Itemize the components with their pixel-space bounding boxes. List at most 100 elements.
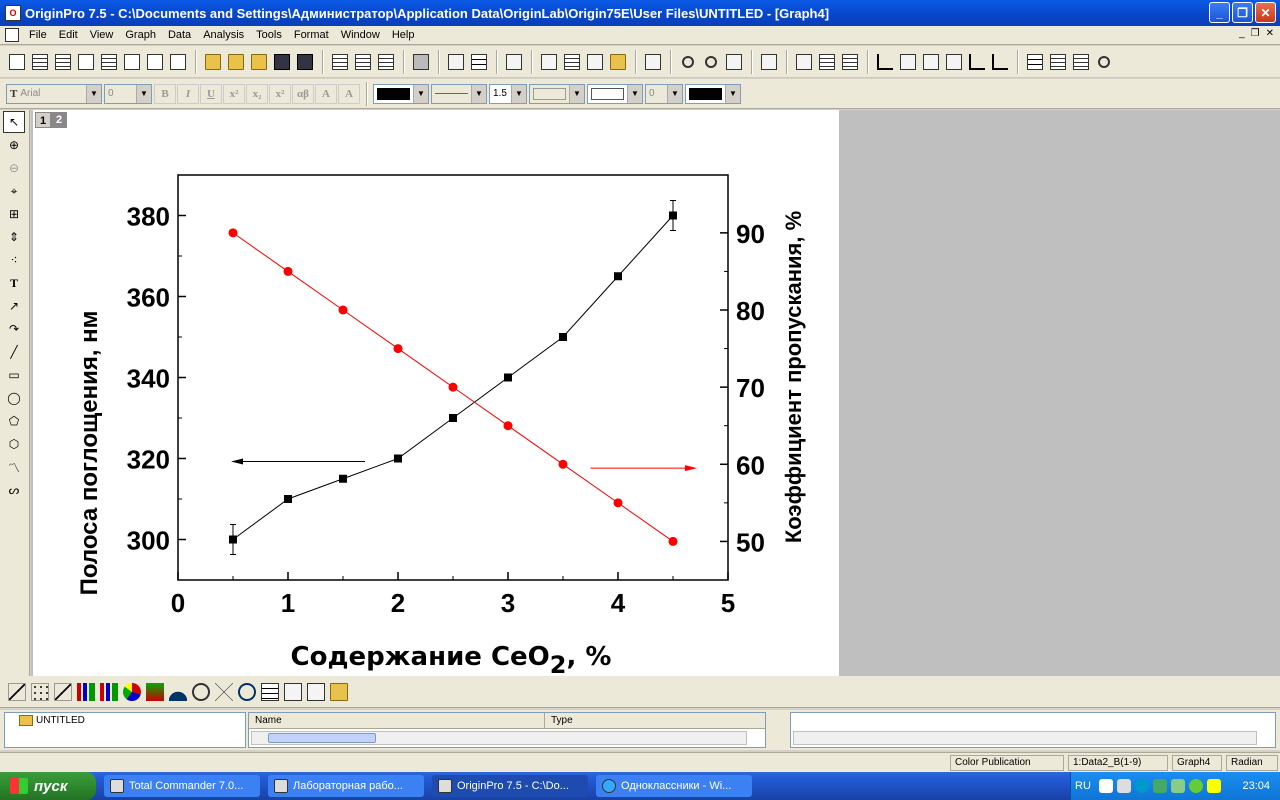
print-button[interactable] bbox=[410, 51, 432, 73]
line-symbol-plot-button[interactable] bbox=[52, 681, 74, 703]
pattern-width-select[interactable]: 0 ▼ bbox=[645, 83, 683, 104]
add-inset-button[interactable] bbox=[966, 51, 988, 73]
pattern-color-select[interactable]: ▼ bbox=[685, 83, 741, 104]
graph-page[interactable]: 1 2 Содержание CeO2, % Полоса поглощения… bbox=[33, 110, 839, 676]
import-ascii-button[interactable] bbox=[329, 51, 351, 73]
timestamp-button[interactable] bbox=[1093, 51, 1115, 73]
graph-window-icon[interactable] bbox=[5, 28, 19, 42]
zoom-out-button[interactable] bbox=[700, 51, 722, 73]
smith-chart-button[interactable] bbox=[236, 681, 258, 703]
rectangle-tool[interactable]: ▭ bbox=[3, 364, 25, 386]
text-tool[interactable]: T bbox=[3, 272, 25, 294]
menu-view[interactable]: View bbox=[84, 29, 120, 41]
open-template-button[interactable] bbox=[225, 51, 247, 73]
zoom-out-tool[interactable]: ⊖ bbox=[3, 157, 25, 179]
freehand-tool[interactable]: ᔕ bbox=[3, 479, 25, 501]
supersubscript-button[interactable]: x² bbox=[269, 83, 291, 104]
region-tool[interactable]: ⬡ bbox=[3, 433, 25, 455]
menu-file[interactable]: File bbox=[23, 29, 53, 41]
origin-app-icon[interactable]: O bbox=[5, 5, 21, 21]
horizontal-scrollbar[interactable] bbox=[251, 731, 747, 745]
italic-button[interactable]: I bbox=[177, 83, 199, 104]
vector-plot-button[interactable] bbox=[259, 681, 281, 703]
new-worksheet-button[interactable] bbox=[29, 51, 51, 73]
start-button[interactable]: пуск bbox=[0, 772, 96, 800]
line-plot-button[interactable] bbox=[6, 681, 28, 703]
pie-chart-button[interactable] bbox=[121, 681, 143, 703]
rescale-button[interactable] bbox=[758, 51, 780, 73]
menu-format[interactable]: Format bbox=[288, 29, 335, 41]
task-total-commander[interactable]: Total Commander 7.0... bbox=[104, 775, 260, 797]
ternary-plot-button[interactable] bbox=[213, 681, 235, 703]
help-icon[interactable] bbox=[1098, 779, 1113, 793]
color-scale-button[interactable] bbox=[1047, 51, 1069, 73]
close-button[interactable]: ✕ bbox=[1255, 2, 1276, 23]
draw-data-tool[interactable]: ⁖ bbox=[3, 249, 25, 271]
import-multiple-button[interactable] bbox=[352, 51, 374, 73]
save-template-button[interactable] bbox=[294, 51, 316, 73]
open-button[interactable] bbox=[202, 51, 224, 73]
results-log-button[interactable] bbox=[538, 51, 560, 73]
new-legend-button[interactable] bbox=[1024, 51, 1046, 73]
task-word-document[interactable]: Лабораторная рабо... bbox=[268, 775, 424, 797]
project-folder-tree[interactable]: UNTITLED bbox=[4, 712, 246, 748]
superscript-button[interactable]: x² bbox=[223, 83, 245, 104]
circle-tool[interactable]: ◯ bbox=[3, 387, 25, 409]
screen-reader-tool[interactable]: ⌖ bbox=[3, 180, 25, 202]
script-window-button[interactable] bbox=[561, 51, 583, 73]
project-file-list[interactable]: Name Type bbox=[248, 712, 766, 748]
update-icon[interactable] bbox=[1206, 779, 1221, 793]
save-button[interactable] bbox=[271, 51, 293, 73]
add-top-right-axes-button[interactable] bbox=[943, 51, 965, 73]
pattern-select[interactable]: ▼ bbox=[587, 83, 643, 104]
bold-button[interactable]: B bbox=[154, 83, 176, 104]
add-top-x-axis-button[interactable] bbox=[897, 51, 919, 73]
horizontal-scrollbar[interactable] bbox=[793, 731, 1257, 745]
zoom-in-button[interactable] bbox=[677, 51, 699, 73]
project-explorer-button[interactable] bbox=[503, 51, 525, 73]
minimize-button[interactable]: _ bbox=[1209, 2, 1230, 23]
new-notes-button[interactable] bbox=[167, 51, 189, 73]
template-library-button[interactable] bbox=[328, 681, 350, 703]
add-bottom-x-axis-button[interactable] bbox=[874, 51, 896, 73]
decrease-font-button[interactable]: A bbox=[338, 83, 360, 104]
bar-plot-button[interactable] bbox=[98, 681, 120, 703]
menu-graph[interactable]: Graph bbox=[119, 29, 162, 41]
new-layout-button[interactable] bbox=[144, 51, 166, 73]
subscript-button[interactable]: x₂ bbox=[246, 83, 268, 104]
scrollbar-thumb[interactable] bbox=[268, 733, 376, 743]
task-internet-explorer[interactable]: Одноклассники - Wi... bbox=[596, 775, 752, 797]
whole-page-button[interactable] bbox=[723, 51, 745, 73]
mdi-close-icon[interactable]: ✕ bbox=[1266, 28, 1274, 39]
zoom-in-tool[interactable]: ⊕ bbox=[3, 134, 25, 156]
underline-button[interactable]: U bbox=[200, 83, 222, 104]
chevron-left-icon[interactable] bbox=[1134, 779, 1149, 793]
import-wizard-button[interactable] bbox=[375, 51, 397, 73]
results-panel[interactable] bbox=[790, 712, 1276, 748]
new-matrix-button[interactable] bbox=[98, 51, 120, 73]
add-right-y-axis-button[interactable] bbox=[920, 51, 942, 73]
merge-graphs-button[interactable] bbox=[839, 51, 861, 73]
font-select[interactable]: T Arial ▼ bbox=[6, 83, 102, 104]
project-root-folder[interactable]: UNTITLED bbox=[36, 715, 85, 726]
font-size-select[interactable]: 0 ▼ bbox=[104, 83, 152, 104]
arrange-layers-button[interactable] bbox=[816, 51, 838, 73]
area-plot-button[interactable] bbox=[144, 681, 166, 703]
language-indicator[interactable]: RU bbox=[1071, 780, 1097, 792]
sound-icon[interactable] bbox=[1116, 779, 1131, 793]
line-style-select[interactable]: ▼ bbox=[431, 83, 487, 104]
new-function-button[interactable] bbox=[121, 51, 143, 73]
column-header-type[interactable]: Type bbox=[545, 713, 765, 728]
custom-routine-button[interactable] bbox=[607, 51, 629, 73]
data-reader-tool[interactable]: ⊞ bbox=[3, 203, 25, 225]
open-excel-button[interactable] bbox=[248, 51, 270, 73]
mdi-minimize-icon[interactable]: _ bbox=[1239, 28, 1245, 39]
network-icon[interactable] bbox=[1152, 779, 1167, 793]
greek-button[interactable]: αβ bbox=[292, 83, 314, 104]
fill-color-select[interactable]: ▼ bbox=[529, 83, 585, 104]
add-new-columns-button[interactable] bbox=[642, 51, 664, 73]
task-originpro[interactable]: OriginPro 7.5 - C:\Do... bbox=[432, 775, 588, 797]
refresh-button[interactable] bbox=[468, 51, 490, 73]
menu-window[interactable]: Window bbox=[335, 29, 386, 41]
increase-font-button[interactable]: A bbox=[315, 83, 337, 104]
